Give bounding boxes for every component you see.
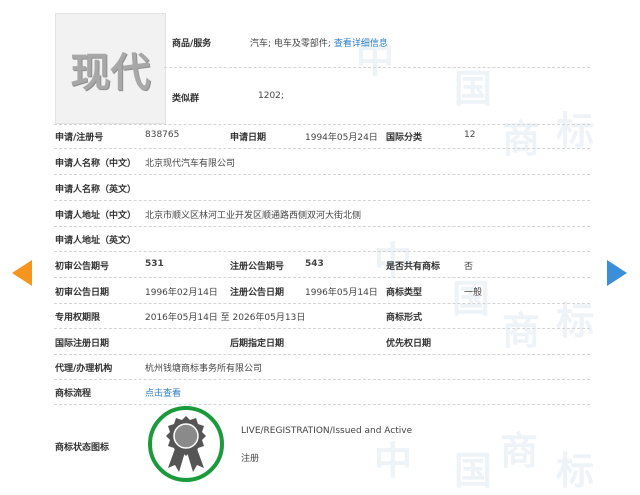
reg-pub-no-label: 注册公告期号 bbox=[230, 262, 285, 272]
agent-value: 杭州钱塘商标事务所有限公司 bbox=[145, 364, 263, 374]
prelim-pub-no-label: 初审公告期号 bbox=[55, 262, 110, 272]
process-label: 商标流程 bbox=[55, 389, 92, 399]
watermark: 标 bbox=[556, 299, 595, 343]
status-icon-label: 商标状态图标 bbox=[55, 443, 110, 453]
reg-no-label: 申请/注册号 bbox=[55, 133, 104, 143]
goods-services-text: 汽车; 电车及零部件; bbox=[250, 39, 331, 49]
exclusive-period-label: 专用权期限 bbox=[55, 313, 101, 323]
trademark-form-label: 商标形式 bbox=[386, 313, 423, 323]
watermark: 国 bbox=[454, 449, 493, 493]
applicant-address-cn-value: 北京市顺义区林河工业开发区顺通路西侧双河大街北侧 bbox=[145, 211, 362, 221]
later-designation-date-label: 后期指定日期 bbox=[230, 339, 285, 349]
trademark-detail-panel: 国 中 国 商 标 中 国 商 标 中 国 商 标 现代 商品/服务 汽车; 电… bbox=[44, 0, 594, 493]
previous-arrow-icon[interactable] bbox=[10, 258, 34, 288]
similar-group-label: 类似群 bbox=[172, 94, 200, 104]
prelim-pub-date-label: 初审公告日期 bbox=[55, 288, 110, 298]
applicant-address-cn-label: 申请人地址（中文） bbox=[55, 211, 137, 221]
divider bbox=[54, 148, 590, 149]
watermark: 标 bbox=[556, 109, 595, 153]
view-process-link[interactable]: 点击查看 bbox=[145, 386, 181, 399]
view-details-link[interactable]: 查看详细信息 bbox=[334, 39, 388, 49]
reg-pub-no-value: 543 bbox=[305, 259, 324, 269]
divider bbox=[54, 200, 590, 201]
similar-group-value: 1202; bbox=[258, 91, 284, 101]
status-text-cn: 注册 bbox=[241, 454, 260, 464]
agent-label: 代理/办理机构 bbox=[55, 364, 113, 374]
watermark: 中 bbox=[374, 439, 413, 483]
divider bbox=[164, 67, 590, 68]
priority-date-label: 优先权日期 bbox=[386, 339, 432, 349]
trademark-logo-text: 现代 bbox=[70, 49, 151, 96]
reg-pub-date-value: 1996年05月14日 bbox=[305, 288, 378, 298]
intl-class-label: 国际分类 bbox=[386, 133, 423, 143]
divider bbox=[54, 404, 590, 405]
goods-services-value: 汽车; 电车及零部件; 查看详细信息 bbox=[250, 36, 388, 49]
reg-no-value: 838765 bbox=[145, 130, 180, 140]
trademark-type-label: 商标类型 bbox=[386, 288, 423, 298]
applicant-address-en-label: 申请人地址（英文） bbox=[55, 236, 137, 246]
divider bbox=[54, 328, 590, 329]
trademark-type-value: 一般 bbox=[464, 288, 483, 298]
shared-trademark-value: 否 bbox=[464, 262, 474, 272]
app-date-label: 申请日期 bbox=[230, 133, 267, 143]
app-date-value: 1994年05月24日 bbox=[305, 133, 378, 143]
applicant-name-cn-label: 申请人名称（中文） bbox=[55, 159, 137, 169]
reg-pub-date-label: 注册公告日期 bbox=[230, 288, 285, 298]
watermark: 商 bbox=[502, 117, 541, 161]
watermark: 商 bbox=[500, 429, 539, 473]
divider bbox=[54, 303, 590, 304]
divider bbox=[54, 379, 590, 380]
prelim-pub-no-value: 531 bbox=[145, 259, 164, 269]
prelim-pub-date-value: 1996年02月14日 bbox=[145, 288, 218, 298]
shared-trademark-label: 是否共有商标 bbox=[386, 262, 441, 272]
divider bbox=[54, 277, 590, 278]
divider bbox=[54, 174, 590, 175]
applicant-name-en-label: 申请人名称（英文） bbox=[55, 185, 137, 195]
divider bbox=[54, 226, 590, 227]
award-ribbon-icon bbox=[148, 406, 224, 482]
next-arrow-icon[interactable] bbox=[605, 258, 629, 288]
intl-class-value: 12 bbox=[464, 130, 476, 140]
divider bbox=[54, 251, 590, 252]
applicant-name-cn-value: 北京现代汽车有限公司 bbox=[145, 159, 236, 169]
status-text-en: LIVE/REGISTRATION/Issued and Active bbox=[241, 426, 413, 436]
exclusive-period-value: 2016年05月14日 至 2026年05月13日 bbox=[145, 313, 306, 323]
goods-services-label: 商品/服务 bbox=[172, 39, 212, 49]
divider bbox=[54, 124, 590, 125]
trademark-image: 现代 bbox=[55, 13, 166, 124]
divider bbox=[54, 354, 590, 355]
watermark: 标 bbox=[556, 449, 595, 493]
intl-reg-date-label: 国际注册日期 bbox=[55, 339, 110, 349]
